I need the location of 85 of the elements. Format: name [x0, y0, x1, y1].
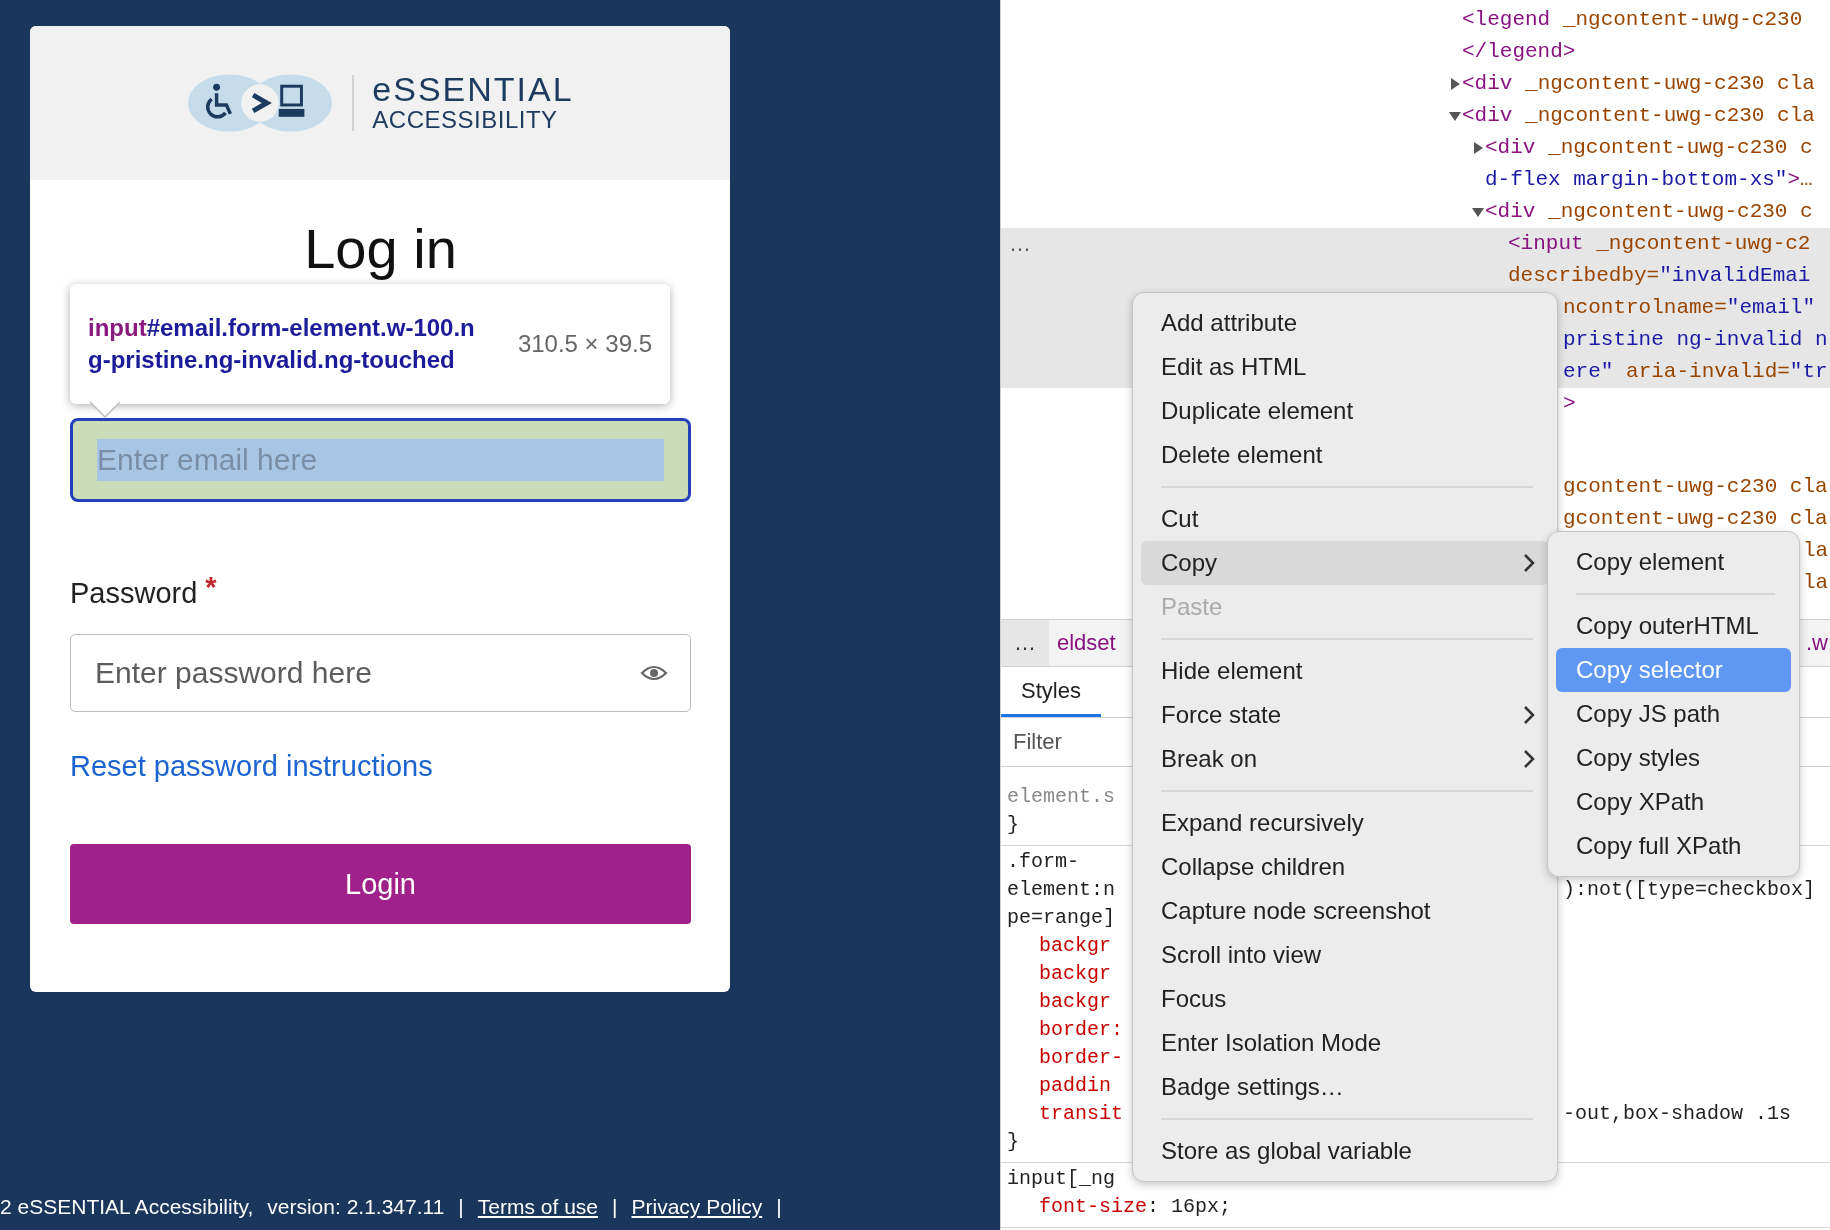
footer-separator: |	[458, 1194, 464, 1220]
footer-link[interactable]: Privacy Policy	[631, 1192, 763, 1222]
breadcrumb-overflow-button[interactable]: …	[1001, 620, 1049, 666]
password-field[interactable]: Enter password here	[70, 634, 691, 712]
css-selector: input[_ng	[1006, 1166, 1117, 1192]
menu-item[interactable]: Scroll into view	[1141, 933, 1549, 977]
menu-item[interactable]: Copy JS path	[1556, 692, 1791, 736]
code-line[interactable]: ere" aria-invalid="tr	[1563, 356, 1828, 388]
menu-item[interactable]: Duplicate element	[1141, 389, 1549, 433]
menu-item[interactable]: Expand recursively	[1141, 801, 1549, 845]
caret-down-icon[interactable]	[1448, 109, 1462, 123]
caret-right-icon[interactable]	[1448, 77, 1462, 91]
css-selector: element.s	[1006, 784, 1117, 810]
caret-down-icon[interactable]	[1471, 205, 1485, 219]
footer-text: 2 eSSENTIAL Accessibility,	[0, 1194, 254, 1220]
menu-item[interactable]: Focus	[1141, 977, 1549, 1021]
footer-text: version: 2.1.347.11	[267, 1194, 445, 1220]
menu-item[interactable]: Hide element	[1141, 649, 1549, 693]
menu-item[interactable]: Force state	[1141, 693, 1549, 737]
menu-item[interactable]: Cut	[1141, 497, 1549, 541]
footer-separator: |	[776, 1194, 782, 1220]
logo-text: eSSENTIAL	[372, 72, 574, 107]
menu-item[interactable]: Capture node screenshot	[1141, 889, 1549, 933]
css-selector: pe=range]	[1006, 905, 1117, 931]
breadcrumb-item[interactable]: .w	[1806, 630, 1828, 656]
logo-text: ACCESSIBILITY	[372, 106, 559, 134]
menu-item[interactable]: Delete element	[1141, 433, 1549, 477]
code-line[interactable]: <div _ngcontent-uwg-c230 c	[1485, 132, 1813, 164]
css-code-fragment: -out,box-shadow .1s	[1563, 1101, 1792, 1127]
css-property: transit	[1038, 1101, 1124, 1127]
menu-item[interactable]: Copy	[1141, 541, 1549, 585]
code-line[interactable]: gcontent-uwg-c230 cla	[1563, 503, 1828, 535]
css-brace: }	[1006, 1129, 1020, 1155]
menu-item[interactable]: Enter Isolation Mode	[1141, 1021, 1549, 1065]
menu-item[interactable]: Copy styles	[1556, 736, 1791, 780]
css-property: border-	[1038, 1045, 1124, 1071]
css-property: border:	[1038, 1017, 1124, 1043]
menu-item[interactable]: Collapse children	[1141, 845, 1549, 889]
menu-item[interactable]: Badge settings…	[1141, 1065, 1549, 1109]
code-line[interactable]: >	[1563, 388, 1576, 420]
eye-icon[interactable]	[640, 663, 668, 683]
css-property: paddin	[1038, 1073, 1112, 1099]
code-line[interactable]: <div _ngcontent-uwg-c230 c	[1485, 196, 1813, 228]
password-input[interactable]: Enter password here	[71, 656, 640, 690]
code-line[interactable]: la	[1803, 535, 1829, 567]
css-code-fragment: ):not([type=checkbox]	[1563, 877, 1816, 903]
code-line[interactable]: <input _ngcontent-uwg-c2	[1508, 228, 1811, 260]
code-line[interactable]: d-flex margin-bottom-xs">…	[1485, 164, 1813, 196]
code-line[interactable]: ncontrolname="email"	[1563, 292, 1816, 324]
email-input[interactable]: Enter email here	[97, 439, 664, 481]
code-line[interactable]: gcontent-uwg-c230 cla	[1563, 471, 1828, 503]
login-button[interactable]: Login	[70, 844, 691, 924]
css-brace: }	[1006, 812, 1020, 838]
code-line[interactable]: <div _ngcontent-uwg-c230 cla	[1462, 100, 1815, 132]
email-field[interactable]: Enter email here	[70, 418, 691, 502]
code-line[interactable]: <legend _ngcontent-uwg-c230	[1462, 4, 1803, 36]
element-size: 310.5 × 39.5	[517, 330, 652, 358]
more-options-dots[interactable]: …	[1009, 228, 1031, 260]
menu-item[interactable]: Copy XPath	[1556, 780, 1791, 824]
css-property: backgr	[1038, 933, 1112, 959]
breadcrumb-item[interactable]: eldset	[1057, 630, 1116, 656]
menu-item[interactable]: Break on	[1141, 737, 1549, 781]
code-line[interactable]: <div _ngcontent-uwg-c230 cla	[1462, 68, 1815, 100]
code-line[interactable]: describedby="invalidEmai	[1508, 260, 1811, 292]
menu-item[interactable]: Copy outerHTML	[1556, 604, 1791, 648]
menu-item[interactable]: Store as global variable	[1141, 1129, 1549, 1173]
page-title: Log in	[303, 216, 458, 282]
menu-item[interactable]: Copy element	[1556, 540, 1791, 584]
css-declaration: font-size: 16px;	[1038, 1194, 1232, 1220]
panel-tab[interactable]: Styles	[1001, 667, 1101, 717]
code-line[interactable]: la	[1803, 567, 1829, 599]
code-line[interactable]: pristine ng-invalid n	[1563, 324, 1828, 356]
menu-item[interactable]: Edit as HTML	[1141, 345, 1549, 389]
menu-item[interactable]: Add attribute	[1141, 301, 1549, 345]
footer-link[interactable]: Terms of use	[477, 1192, 599, 1222]
css-property: backgr	[1038, 961, 1112, 987]
footer-separator: |	[612, 1194, 618, 1220]
css-property: backgr	[1038, 989, 1112, 1015]
css-selector: element:n	[1006, 877, 1117, 903]
reset-password-link[interactable]: Reset password instructions	[70, 748, 433, 784]
css-selector: .form-	[1006, 849, 1080, 875]
code-line[interactable]: </legend>	[1462, 36, 1576, 68]
caret-right-icon[interactable]	[1471, 141, 1485, 155]
menu-item[interactable]: Copy full XPath	[1556, 824, 1791, 868]
element-selector: input#email.form-element.w-100.ng-pristine.ng-invalid.ng-touched	[88, 313, 476, 375]
